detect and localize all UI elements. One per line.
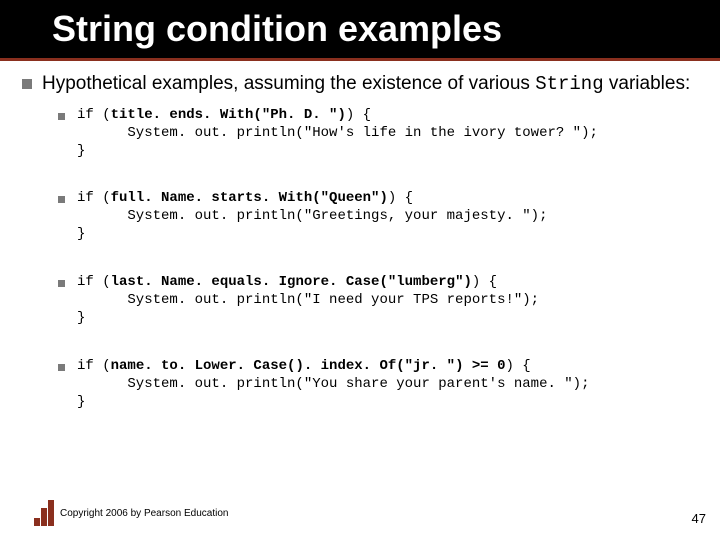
code-line1-tail: ) { [472, 274, 497, 290]
code-line2: System. out. println("How's life in the … [77, 125, 598, 141]
code-line1-bold: name. to. Lower. Case(). index. Of("jr. … [111, 358, 506, 374]
example-item: if (title. ends. With("Ph. D. ")) { Syst… [58, 107, 720, 161]
accent-strip [0, 58, 720, 61]
code-line1-bold: title. ends. With("Ph. D. ") [111, 107, 346, 123]
examples-list: if (title. ends. With("Ph. D. ")) { Syst… [58, 107, 720, 412]
code-line3: } [77, 394, 85, 410]
code-line1-tail: ) { [388, 190, 413, 206]
code-block: if (last. Name. equals. Ignore. Case("lu… [77, 274, 539, 328]
square-bullet-icon [58, 113, 65, 120]
title-bar: String condition examples [0, 0, 720, 58]
square-bullet-icon [58, 196, 65, 203]
code-line3: } [77, 143, 85, 159]
intro-text: Hypothetical examples, assuming the exis… [42, 72, 690, 97]
code-line1-head: if ( [77, 274, 111, 290]
square-bullet-icon [58, 364, 65, 371]
code-line1-head: if ( [77, 107, 111, 123]
code-line3: } [77, 226, 85, 242]
code-block: if (name. to. Lower. Case(). index. Of("… [77, 358, 589, 412]
code-line2: System. out. println("I need your TPS re… [77, 292, 539, 308]
code-line1-head: if ( [77, 358, 111, 374]
code-block: if (full. Name. starts. With("Queen")) {… [77, 190, 547, 244]
intro-pre: Hypothetical examples, assuming the exis… [42, 73, 535, 94]
square-bullet-icon [22, 79, 32, 89]
code-line2: System. out. println("Greetings, your ma… [77, 208, 547, 224]
footer: Copyright 2006 by Pearson Education [34, 500, 228, 526]
code-line2: System. out. println("You share your par… [77, 376, 589, 392]
code-line1-bold: full. Name. starts. With("Queen") [111, 190, 388, 206]
example-item: if (name. to. Lower. Case(). index. Of("… [58, 358, 720, 412]
intro-mono: String [535, 73, 603, 95]
page-number: 47 [692, 511, 706, 526]
example-item: if (full. Name. starts. With("Queen")) {… [58, 190, 720, 244]
stairs-icon [34, 500, 54, 526]
code-line1-tail: ) { [346, 107, 371, 123]
code-line1-tail: ) { [505, 358, 530, 374]
code-line1-head: if ( [77, 190, 111, 206]
example-item: if (last. Name. equals. Ignore. Case("lu… [58, 274, 720, 328]
slide-title: String condition examples [52, 8, 502, 50]
square-bullet-icon [58, 280, 65, 287]
slide: String condition examples Hypothetical e… [0, 0, 720, 540]
copyright-text: Copyright 2006 by Pearson Education [60, 508, 228, 519]
code-block: if (title. ends. With("Ph. D. ")) { Syst… [77, 107, 598, 161]
intro-post: variables: [604, 73, 691, 94]
code-line1-bold: last. Name. equals. Ignore. Case("lumber… [111, 274, 472, 290]
code-line3: } [77, 310, 85, 326]
intro-block: Hypothetical examples, assuming the exis… [22, 72, 698, 97]
